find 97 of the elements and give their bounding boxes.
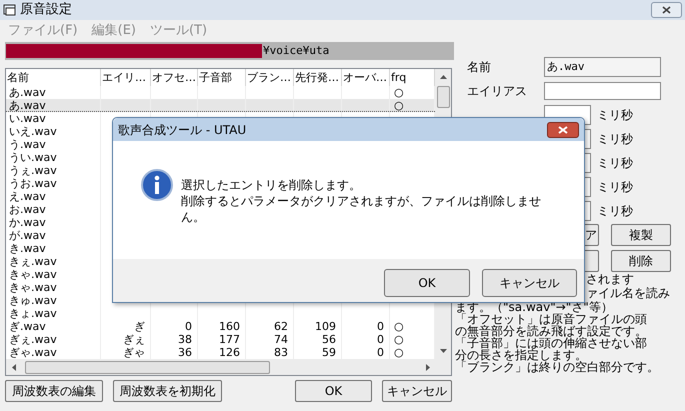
side-button[interactable]: 削除 [611,250,671,272]
info-icon [141,169,173,201]
table-cell: 62 [274,320,288,333]
close-button[interactable] [547,122,579,138]
name-label: 名前 [467,59,492,76]
table-cell: 59 [322,346,336,359]
table-cell: 177 [219,333,240,346]
dialog-message: 削除するとパラメータがクリアされますが、ファイルは削除しません。 [181,193,542,225]
help-text: の無音部分を読み飛ばす設定です。 [455,324,647,338]
table-cell: 0 [377,333,384,346]
table-cell: ぎゃ.wav [9,346,57,359]
cancel-button[interactable]: キャンセル [482,268,577,296]
table-cell: きょ.wav [9,307,57,320]
alias-label: エイリアス [467,83,528,100]
edit-frequency-button[interactable]: 周波数表の編集 [5,380,103,402]
table-cell: お.wav [9,203,46,216]
column-header[interactable]: オーバ… [342,69,390,86]
table-cell: き.wav [9,242,46,255]
column-header[interactable]: オフセ… [151,69,198,86]
reset-frequency-button[interactable]: 周波数表を初期化 [113,380,222,402]
table-cell: ○ [394,320,404,333]
table-cell: 109 [315,320,336,333]
table-cell: ぎゃ [123,346,145,359]
table-row[interactable]: あ.wav ○ [6,99,435,112]
close-icon [662,6,671,14]
close-icon [558,126,568,134]
table-cell: 83 [274,346,288,359]
table-cell: 0 [185,320,192,333]
table-cell: ぎ.wav [9,320,46,333]
column-header[interactable]: 子音部 [198,69,246,86]
help-text: 「ブランク」は終りの空白部分です。 [455,360,659,374]
ok-button[interactable]: OK [384,268,470,296]
unit-label: ミリ秒 [597,155,633,172]
table-cell: ○ [394,86,404,99]
unit-label: ミリ秒 [597,203,633,220]
table-cell: うお.wav [9,177,57,190]
table-cell: 126 [219,346,240,359]
table-cell: きゃ.wav [9,268,57,281]
table-cell: ぎぇ [123,333,145,346]
alias-field[interactable] [544,82,661,100]
left-arrow-icon[interactable] [11,362,17,372]
help-text: 分の長さを指定します。 [455,348,587,362]
horizontal-scrollbar[interactable] [6,359,451,375]
help-text: ます。（"sa.wav"→"さ"等） [455,300,613,314]
table-cell: ○ [394,333,404,346]
window-icon [3,4,17,16]
help-text: 「オフセット」は原音ファイルの頭 [455,312,647,326]
unit-label: ミリ秒 [597,131,633,148]
scroll-thumb[interactable] [25,360,270,374]
table-cell: 0 [377,346,384,359]
table-cell: え.wav [9,190,46,203]
column-header[interactable]: 先行発… [294,69,342,86]
table-cell: きぇ.wav [9,255,57,268]
side-button[interactable]: 複製 [611,224,671,246]
table-cell: 74 [274,333,288,346]
table-cell: きゅ.wav [9,294,57,307]
down-arrow-icon[interactable] [438,348,448,354]
close-button[interactable] [651,2,682,18]
help-text: 「子音部」には頭の伸縮させない部 [455,336,647,350]
table-cell: う.wav [9,138,46,151]
table-cell: 36 [178,346,192,359]
scroll-thumb[interactable] [436,86,450,108]
dialog-title: 歌声合成ツール - UTAU [118,122,246,138]
cancel-button[interactable]: キャンセル [382,380,452,402]
up-arrow-icon[interactable] [438,74,448,80]
table-cell: ぎぇ.wav [9,333,57,346]
column-header[interactable]: frq [390,69,435,86]
table-cell: 38 [178,333,192,346]
table-cell: きゃ.wav [9,281,57,294]
table-cell: 0 [377,320,384,333]
right-arrow-icon[interactable] [425,362,431,372]
dialog-message: 選択したエントリを削除します。 [181,177,362,193]
table-cell: が.wav [9,229,46,242]
help-text: されます [586,272,634,286]
table-cell: か.wav [9,216,46,229]
name-field[interactable]: あ.wav [544,57,661,77]
table-cell: ○ [394,346,404,359]
column-header[interactable]: エイリ… [101,69,151,86]
unit-label: ミリ秒 [597,179,633,196]
column-header[interactable]: ブラン… [246,69,294,86]
table-cell: 56 [322,333,336,346]
ok-button[interactable]: OK [295,380,372,402]
table-cell: うい.wav [9,151,57,164]
help-text: ァイル名を読み [586,286,670,300]
table-cell: あ.wav [9,86,46,99]
table-cell: 160 [219,320,240,333]
path-text: ¥voice¥uta [263,42,330,59]
table-cell: ぎ [134,320,145,333]
column-header[interactable]: 名前 [6,69,101,86]
name-value: あ.wav [547,58,584,75]
table-cell: あ.wav [9,99,46,111]
table-cell: いえ.wav [9,125,57,138]
table-cell: ○ [394,99,404,111]
window-title: 原音設定 [20,1,72,20]
unit-label: ミリ秒 [597,107,633,124]
table-cell: い.wav [9,112,46,125]
table-cell: うぇ.wav [9,164,57,177]
